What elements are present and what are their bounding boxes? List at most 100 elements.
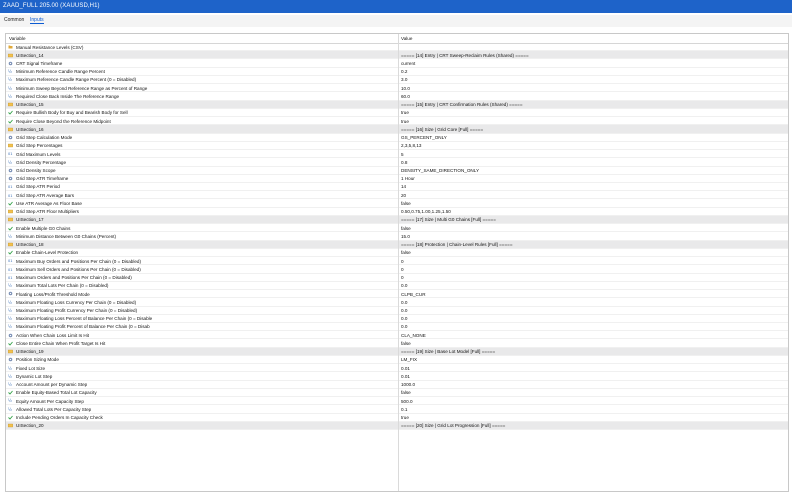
table-row[interactable]: Grid Step ATR Floor Multipliers 0.50,0.75… [6, 208, 788, 216]
table-row[interactable]: ½ Allowed Total Lots Per Capacity Step 0.1 [6, 405, 788, 414]
column-header-value[interactable]: Value [401, 36, 412, 41]
variable-value[interactable]: LM_FIX [401, 357, 417, 362]
table-row[interactable]: ½ Fixed Lot Size 0.01 [6, 364, 788, 373]
table-row[interactable]: ½ Maximum Floating Profit Currency Per Ch… [6, 307, 788, 315]
variable-value[interactable]: ===== [15] Entry | CRT Confirmation Rule… [401, 102, 523, 107]
table-row[interactable]: UISection_17 ===== [17] Size | Multi G0 C… [6, 215, 788, 225]
variable-value[interactable]: 10.0 [401, 86, 410, 91]
variable-value[interactable]: 3.0 [401, 77, 407, 82]
variable-value[interactable]: true [401, 415, 409, 420]
table-row[interactable]: Include Pending Orders In Capacity Check… [6, 414, 788, 422]
variable-value[interactable]: 0.50,0.75,1.00,1.25,1.50 [401, 209, 451, 214]
variable-value[interactable]: ===== [20] Size | Grid Lot Progression [… [401, 423, 505, 428]
tab-common[interactable]: Common [4, 17, 24, 23]
variable-value[interactable]: ===== [14] Entry | CRT Sweep-Reclaim Rul… [401, 53, 529, 58]
variable-value[interactable]: current [401, 61, 415, 66]
variable-value[interactable]: 2,3,5,8,13 [401, 143, 421, 148]
variable-value[interactable]: 0 [401, 259, 404, 264]
table-row[interactable]: Enable Chain-Level Protection false [6, 249, 788, 258]
variable-value[interactable]: 0 [401, 275, 404, 280]
table-row[interactable]: UISection_19 ===== [19] Size | Base Lot M… [6, 347, 788, 356]
variable-value[interactable]: true [401, 119, 409, 124]
table-row[interactable]: Require Close Beyond the Reference Midpo… [6, 117, 788, 126]
variable-value[interactable]: 1 Hour [401, 176, 415, 181]
variable-value[interactable]: 0.8 [401, 160, 407, 165]
table-row[interactable]: ½ Required Close Back Inside The Referenc… [6, 92, 788, 101]
variable-value[interactable]: ===== [19] Size | Base Lot Model [Full] … [401, 349, 495, 354]
variable-value[interactable]: true [401, 110, 409, 115]
variable-value[interactable]: false [401, 250, 411, 255]
table-row[interactable]: UISection_15 ===== [15] Entry | CRT Confi… [6, 100, 788, 109]
variable-value[interactable]: 0.1 [401, 407, 407, 412]
variable-value[interactable]: 1000.0 [401, 382, 415, 387]
enum-icon [8, 176, 13, 181]
variable-value[interactable]: GS_PERCENT_ONLY [401, 135, 447, 140]
variable-value[interactable]: ===== [18] Protection | Chain-Level Rule… [401, 242, 513, 247]
table-row[interactable]: UISection_16 ===== [16] Size | Grid Core … [6, 125, 788, 134]
variable-value[interactable]: 60.0 [401, 94, 410, 99]
table-row[interactable]: 01 Grid Maximum Levels 5 [6, 150, 788, 159]
table-row[interactable]: ½ Grid Density Percentage 0.8 [6, 158, 788, 167]
variable-value[interactable]: 0.01 [401, 374, 410, 379]
variable-name: UISection_17 [16, 217, 44, 223]
variable-value[interactable]: CLA_NONE [401, 333, 426, 338]
variable-value[interactable]: 0.0 [401, 316, 407, 321]
table-row[interactable]: 01 Maximum Sell Orders and Positions Per … [6, 265, 788, 274]
table-row[interactable]: Grid Step ATR Timeframe 1 Hour [6, 175, 788, 183]
table-row[interactable]: UISection_18 ===== [18] Protection | Chai… [6, 240, 788, 249]
table-row[interactable]: ½ Equity Amount Per Capacity Step 500.0 [6, 397, 788, 406]
variable-value[interactable]: 0.2 [401, 69, 407, 74]
variable-value[interactable]: 0.0 [401, 324, 407, 329]
table-row[interactable]: ½ Maximum Floating Loss Currency Per Chai… [6, 298, 788, 307]
table-row[interactable]: ½ Account Amount per Dynamic Step 1000.0 [6, 381, 788, 389]
variable-value[interactable]: 5 [401, 152, 404, 157]
table-row[interactable]: Position Sizing Mode LM_FIX [6, 356, 788, 365]
variable-value[interactable]: false [401, 226, 411, 231]
table-row[interactable]: Manual Resistance Levels (CSV) [6, 43, 788, 52]
variable-value[interactable]: 20 [401, 193, 406, 198]
table-row[interactable]: 01 Grid Step ATR Period 14 [6, 183, 788, 192]
table-row[interactable]: Enable Multiple G0 Chains false [6, 224, 788, 233]
fraction-icon: ½ [8, 69, 13, 74]
table-row[interactable]: Floating Loss/Profit Threshold Mode CLPB_… [6, 290, 788, 299]
table-row[interactable]: 01 Maximum Buy Orders and Positions Per C… [6, 257, 788, 266]
table-row[interactable]: Grid Step Calculation Mode GS_PERCENT_ONL… [6, 134, 788, 142]
variable-value[interactable]: 0.0 [401, 283, 407, 288]
table-row[interactable]: CRT Signal Timeframe current [6, 59, 788, 68]
table-row[interactable]: Require Bullish Body for Buy and Bearish… [6, 109, 788, 118]
table-row[interactable]: Grid Step Percentages 2,3,5,8,13 [6, 142, 788, 151]
table-row[interactable]: ½ Maximum Floating Loss Percent of Balanc… [6, 315, 788, 323]
table-row[interactable]: UISection_14 ===== [14] Entry | CRT Sweep… [6, 51, 788, 60]
table-row[interactable]: 01 Grid Step ATR Average Bars 20 [6, 191, 788, 200]
variable-value[interactable]: ===== [17] Size | Multi G0 Chains [Full]… [401, 217, 496, 222]
variable-value[interactable]: false [401, 341, 411, 346]
table-row[interactable]: Close Entire Chain When Profit Target Is… [6, 339, 788, 348]
variable-value[interactable]: ===== [16] Size | Grid Core [Full] ===== [401, 127, 483, 132]
table-row[interactable]: Action When Chain Loss Limit Is Hit CLA_N… [6, 331, 788, 340]
table-row[interactable]: ½ Minimum Reference Candle Range Percent 0… [6, 68, 788, 76]
table-row[interactable]: ½ Maximum Reference Candle Range Percent … [6, 76, 788, 85]
table-row[interactable]: UISection_20 ===== [20] Size | Grid Lot P… [6, 421, 788, 431]
table-row[interactable]: ½ Dynamic Lot Step 0.01 [6, 372, 788, 381]
variable-value[interactable]: CLPB_CUR [401, 292, 426, 297]
table-row[interactable]: 01 Maximum Orders and Positions Per Chain… [6, 274, 788, 282]
table-row[interactable]: Enable Equity-Based Total Lot Capacity fa… [6, 389, 788, 398]
tab-inputs[interactable]: Inputs [30, 17, 44, 24]
variable-value[interactable]: false [401, 390, 411, 395]
table-row[interactable]: ½ Maximum Floating Profit Percent of Bala… [6, 323, 788, 332]
variable-value[interactable]: DENSITY_SAME_DIRECTION_ONLY [401, 168, 479, 173]
column-header-variable[interactable]: Variable [9, 36, 26, 41]
variable-value[interactable]: 0 [401, 267, 404, 272]
variable-value[interactable]: 500.0 [401, 399, 413, 404]
table-row[interactable]: ½ Maximum Total Lots Per Chain (0 = Disab… [6, 282, 788, 291]
variable-value[interactable]: false [401, 201, 411, 206]
table-row[interactable]: ½ Minimum Sweep Beyond Reference Range as… [6, 84, 788, 93]
table-row[interactable]: Use ATR Average As Floor Base false [6, 199, 788, 208]
variable-value[interactable]: 0.0 [401, 308, 407, 313]
table-row[interactable]: ½ Minimum Distance Between G0 Chains (Per… [6, 232, 788, 241]
variable-value[interactable]: 0.01 [401, 366, 410, 371]
table-row[interactable]: Grid Density Scope DENSITY_SAME_DIRECTION… [6, 167, 788, 175]
variable-value[interactable]: 15.0 [401, 234, 410, 239]
variable-value[interactable]: 0.0 [401, 300, 407, 305]
variable-value[interactable]: 14 [401, 184, 406, 189]
